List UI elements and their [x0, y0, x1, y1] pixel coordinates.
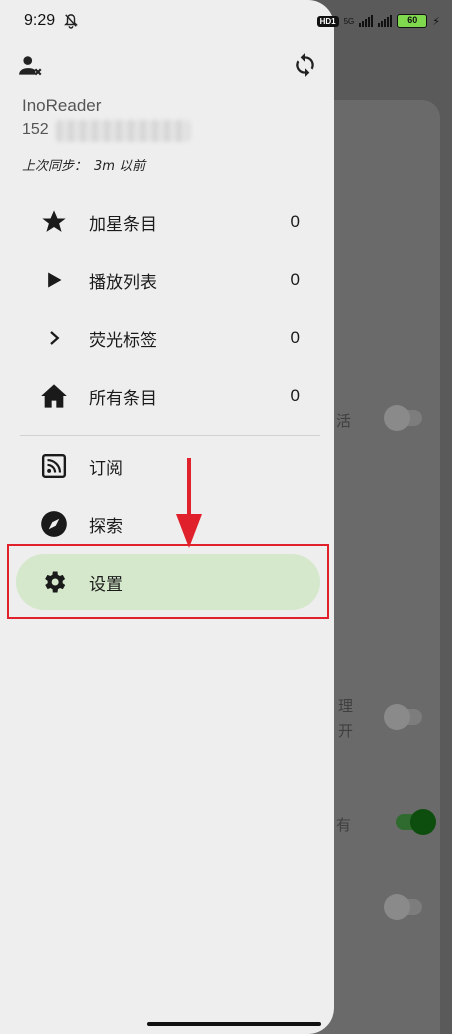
home-icon: [38, 380, 70, 412]
background-toggle[interactable]: [396, 809, 436, 835]
drawer-divider: [20, 435, 320, 436]
drawer-item-label: 探索: [89, 516, 123, 537]
background-text: 有: [336, 816, 352, 834]
signal-icon: [359, 15, 374, 27]
toggle-knob: [384, 704, 410, 730]
home-indicator[interactable]: [147, 1022, 321, 1026]
screen: 活 理 开 有 InoReader 152 上次同步： 3m 以前 加星条目 0: [0, 0, 452, 1034]
background-text: 开: [338, 722, 354, 740]
drawer-item-playlist[interactable]: 播放列表 0: [16, 252, 320, 308]
background-text: 理: [338, 697, 354, 715]
muted-bell-icon: [64, 14, 78, 29]
drawer-item-label: 加星条目: [89, 214, 157, 235]
background-toggle[interactable]: [384, 405, 422, 431]
status-time: 9:29: [24, 12, 56, 29]
redacted-account-id: [56, 120, 190, 142]
drawer-item-count: 0: [290, 270, 300, 289]
signal-icon: [378, 15, 393, 27]
drawer-item-label: 所有条目: [89, 388, 157, 409]
background-text: 活: [336, 412, 352, 430]
charging-icon: ⚡: [432, 14, 440, 28]
compass-icon: [38, 508, 70, 540]
sync-icon[interactable]: [292, 52, 318, 78]
drawer-item-count: 0: [290, 212, 300, 231]
drawer-item-starred[interactable]: 加星条目 0: [16, 194, 320, 250]
status-icons: HD1 5G 60 ⚡: [316, 14, 440, 28]
drawer-item-label: 订阅: [89, 458, 123, 479]
last-sync-value: 3m 以前: [94, 159, 146, 174]
background-toggle[interactable]: [384, 894, 422, 920]
navigation-drawer: InoReader 152 上次同步： 3m 以前 加星条目 0 播放列表 0 …: [0, 0, 334, 1034]
drawer-item-label: 播放列表: [89, 272, 157, 293]
hd-badge: HD1: [316, 15, 339, 27]
network-type: 5G: [343, 16, 355, 26]
account-name: InoReader: [22, 96, 102, 115]
background-toggle[interactable]: [384, 704, 422, 730]
toggle-knob: [384, 405, 410, 431]
play-icon: [38, 264, 70, 296]
toggle-knob: [384, 894, 410, 920]
battery-icon: 60: [397, 14, 428, 28]
last-sync-label: 上次同步：: [22, 159, 88, 174]
remove-account-icon[interactable]: [18, 53, 44, 79]
rss-icon: [38, 450, 70, 482]
account-id: 152: [22, 121, 49, 138]
drawer-item-highlights[interactable]: 荧光标签 0: [16, 310, 320, 366]
drawer-item-count: 0: [290, 328, 300, 347]
chevron-right-icon: [38, 322, 70, 354]
drawer-item-label: 荧光标签: [89, 330, 157, 351]
annotation-arrow-icon: [176, 458, 202, 548]
drawer-item-subscriptions[interactable]: 订阅: [16, 438, 320, 494]
drawer-item-all-articles[interactable]: 所有条目 0: [16, 368, 320, 424]
toggle-knob: [410, 809, 436, 835]
star-icon: [38, 206, 70, 238]
drawer-item-count: 0: [290, 386, 300, 405]
annotation-highlight-box: [7, 544, 329, 619]
